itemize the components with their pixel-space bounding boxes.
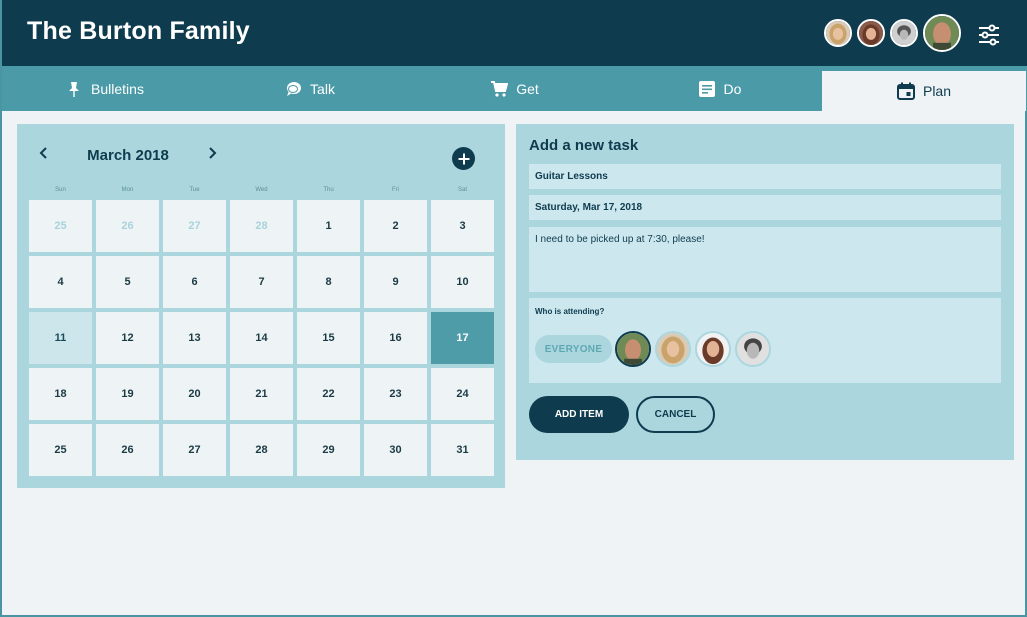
cancel-button[interactable]: CANCEL	[636, 396, 715, 433]
calendar-month-title: March 2018	[87, 147, 169, 164]
calendar-day[interactable]: 31	[431, 424, 494, 476]
weekday-header: Sat	[457, 187, 467, 193]
weekday-header: Sun	[55, 187, 66, 193]
calendar-day[interactable]: 4	[29, 256, 92, 308]
attendee-avatar-man-bald[interactable]	[615, 331, 651, 367]
pushpin-icon	[65, 80, 83, 98]
calendar-day[interactable]: 23	[364, 368, 427, 420]
app-frame: The Burton Family Bulletins Talk Get Do …	[0, 0, 1027, 617]
shopping-cart-icon	[490, 80, 509, 98]
attendee-avatar-woman-brunette[interactable]	[695, 331, 731, 367]
task-date-input[interactable]	[529, 195, 1001, 220]
calendar-day[interactable]: 18	[29, 368, 92, 420]
calendar-day[interactable]: 26	[96, 424, 159, 476]
tab-label: Talk	[310, 80, 335, 97]
checklist-icon	[698, 80, 716, 98]
everyone-toggle-button[interactable]: EVERYONE	[535, 335, 612, 363]
weekday-header: Wed	[255, 187, 268, 193]
member-avatar-grayscale[interactable]	[890, 19, 918, 47]
tab-label: Bulletins	[91, 80, 144, 97]
member-avatar-woman-brunette[interactable]	[857, 19, 885, 47]
app-header: The Burton Family	[2, 0, 1027, 66]
tab-plan[interactable]: Plan	[822, 71, 1026, 111]
calendar-day[interactable]: 25	[29, 200, 92, 252]
calendar-day[interactable]: 19	[96, 368, 159, 420]
calendar-day[interactable]: 1	[297, 200, 360, 252]
calendar-day[interactable]: 15	[297, 312, 360, 364]
family-title: The Burton Family	[27, 17, 250, 45]
weekday-header: Thu	[323, 187, 334, 193]
task-name-input[interactable]	[529, 164, 1001, 189]
calendar-day[interactable]: 28	[230, 424, 293, 476]
attendee-avatar-woman-blonde[interactable]	[655, 331, 691, 367]
weekday-header: Mon	[121, 187, 134, 193]
calendar-day[interactable]: 22	[297, 368, 360, 420]
calendar-day[interactable]: 14	[230, 312, 293, 364]
attending-label: Who is attending?	[535, 307, 605, 316]
calendar-icon	[896, 82, 915, 100]
tab-label: Do	[723, 80, 742, 97]
calendar-day[interactable]: 3	[431, 200, 494, 252]
add-task-title: Add a new task	[529, 137, 639, 154]
next-month-chevron-right-icon[interactable]	[205, 146, 219, 160]
calendar-day[interactable]: 27	[163, 424, 226, 476]
tab-do[interactable]: Do	[617, 66, 822, 111]
calendar-day[interactable]: 8	[297, 256, 360, 308]
sliders-settings-icon[interactable]	[977, 24, 1001, 46]
calendar-day[interactable]: 16	[364, 312, 427, 364]
calendar-day[interactable]: 9	[364, 256, 427, 308]
prev-month-chevron-left-icon[interactable]	[37, 146, 51, 160]
calendar-day[interactable]: 10	[431, 256, 494, 308]
speech-bubble-icon	[284, 80, 302, 98]
calendar-day[interactable]: 28	[230, 200, 293, 252]
member-avatar-woman-blonde[interactable]	[824, 19, 852, 47]
tab-talk[interactable]: Talk	[207, 66, 412, 111]
calendar-day[interactable]: 2	[364, 200, 427, 252]
tab-label: Get	[516, 80, 539, 97]
weekday-header: Fri	[392, 187, 399, 193]
calendar-day[interactable]: 12	[96, 312, 159, 364]
weekday-header: Tue	[189, 187, 200, 193]
tab-label: Plan	[922, 83, 952, 99]
add-item-button[interactable]: ADD ITEM	[529, 396, 629, 433]
calendar-day[interactable]: 20	[163, 368, 226, 420]
calendar-day[interactable]: 27	[163, 200, 226, 252]
tab-bulletins[interactable]: Bulletins	[2, 66, 207, 111]
calendar-day[interactable]: 25	[29, 424, 92, 476]
calendar-day[interactable]: 6	[163, 256, 226, 308]
calendar-day[interactable]: 26	[96, 200, 159, 252]
calendar-day[interactable]: 5	[96, 256, 159, 308]
calendar-day[interactable]: 24	[431, 368, 494, 420]
add-event-plus-icon[interactable]	[452, 147, 475, 170]
calendar-day[interactable]: 29	[297, 424, 360, 476]
calendar-day[interactable]: 13	[163, 312, 226, 364]
attendee-avatar-grayscale[interactable]	[735, 331, 771, 367]
calendar-day[interactable]: 11	[29, 312, 92, 364]
member-avatar-man-bald[interactable]	[923, 14, 961, 52]
task-notes-textarea[interactable]: I need to be picked up at 7:30, please!	[529, 227, 1001, 292]
calendar-day[interactable]: 21	[230, 368, 293, 420]
tab-get[interactable]: Get	[412, 66, 617, 111]
calendar-day-selected[interactable]: 17	[431, 312, 494, 364]
main-tab-bar: Bulletins Talk Get Do Plan	[2, 66, 1027, 111]
calendar-day[interactable]: 30	[364, 424, 427, 476]
calendar-day[interactable]: 7	[230, 256, 293, 308]
